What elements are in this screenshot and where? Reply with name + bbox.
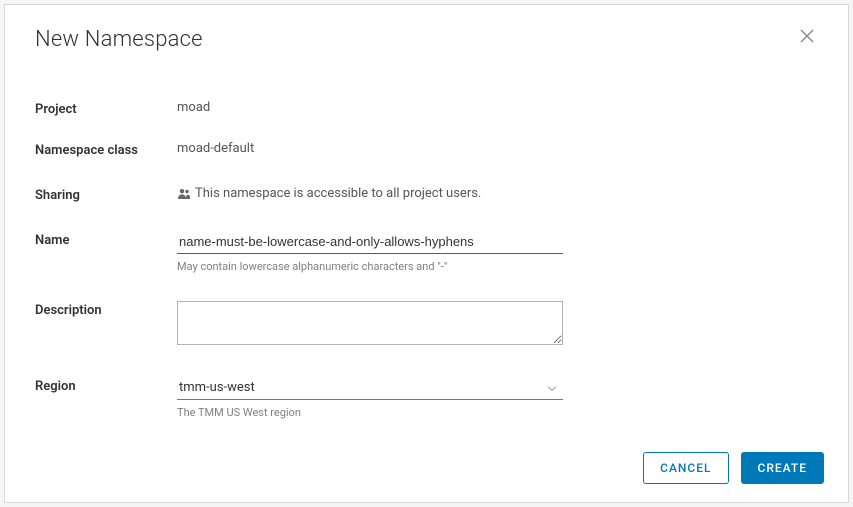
label-region: Region xyxy=(35,377,177,394)
label-description: Description xyxy=(35,301,177,318)
dialog-footer: CANCEL CREATE xyxy=(643,452,824,484)
description-input[interactable] xyxy=(177,301,563,345)
new-namespace-dialog: New Namespace Project moad Namespace cla… xyxy=(4,4,849,503)
region-selected-value: tmm-us-west xyxy=(179,380,255,395)
row-namespace-class: Namespace class moad-default xyxy=(35,141,818,158)
label-project: Project xyxy=(35,100,177,117)
row-region: Region tmm-us-west The TMM US West regio… xyxy=(35,377,818,419)
chevron-down-icon xyxy=(547,381,557,396)
form: Project moad Namespace class moad-defaul… xyxy=(35,100,818,419)
users-icon xyxy=(177,188,191,200)
cancel-button[interactable]: CANCEL xyxy=(643,452,728,484)
row-project: Project moad xyxy=(35,100,818,117)
dialog-header: New Namespace xyxy=(35,27,818,52)
value-namespace-class: moad-default xyxy=(177,141,254,156)
region-select[interactable]: tmm-us-west xyxy=(177,377,563,400)
row-sharing: Sharing This namespace is accessible to … xyxy=(35,186,818,203)
close-button[interactable] xyxy=(796,27,818,45)
region-helper: The TMM US West region xyxy=(177,406,818,419)
create-button[interactable]: CREATE xyxy=(741,452,824,484)
label-sharing: Sharing xyxy=(35,186,177,203)
value-project: moad xyxy=(177,100,210,115)
close-icon xyxy=(800,29,814,43)
name-helper: May contain lowercase alphanumeric chara… xyxy=(177,260,818,273)
dialog-title: New Namespace xyxy=(35,27,203,52)
row-name: Name May contain lowercase alphanumeric … xyxy=(35,231,818,273)
label-name: Name xyxy=(35,231,177,248)
row-description: Description xyxy=(35,301,818,349)
label-namespace-class: Namespace class xyxy=(35,141,177,158)
sharing-text: This namespace is accessible to all proj… xyxy=(195,186,481,201)
name-input[interactable] xyxy=(177,231,563,254)
